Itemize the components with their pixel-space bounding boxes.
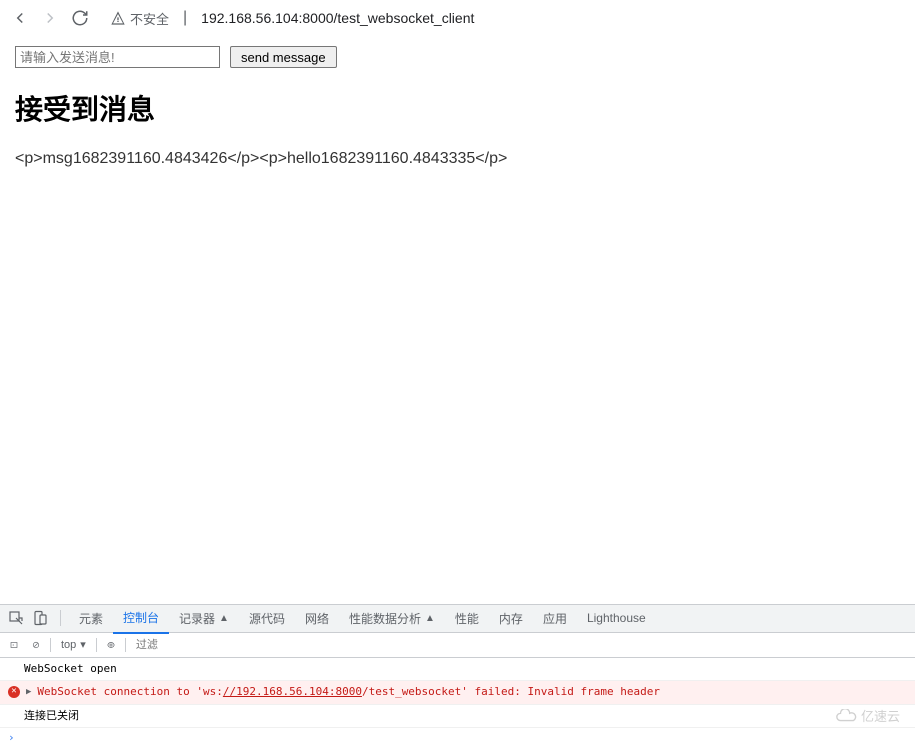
message-input[interactable]	[15, 46, 220, 68]
filter-input[interactable]	[132, 637, 252, 653]
tab-perf-label: 性能数据分析	[349, 610, 421, 627]
received-heading: 接受到消息	[15, 88, 900, 128]
tab-lighthouse[interactable]: Lighthouse	[577, 605, 656, 631]
experiment-icon: ▲	[425, 613, 435, 624]
chevron-down-icon: ▾	[80, 638, 86, 651]
console-log-line: WebSocket open	[0, 658, 915, 682]
toolbar-divider	[96, 638, 97, 652]
expand-arrow-icon[interactable]: ▶	[26, 686, 31, 700]
error-icon: ✕	[8, 686, 20, 698]
page-body: send message 接受到消息 <p>msg1682391160.4843…	[0, 36, 915, 604]
tab-elements[interactable]: 元素	[69, 604, 113, 633]
error-url-scheme: ws:	[203, 685, 223, 698]
browser-toolbar: 不安全 | 192.168.56.104:8000/test_websocket…	[0, 0, 915, 36]
console-output: WebSocket open ✕ ▶ WebSocket connection …	[0, 658, 915, 747]
console-error-line[interactable]: ✕ ▶ WebSocket connection to 'ws://192.16…	[0, 681, 915, 705]
inspect-icon[interactable]	[8, 610, 24, 626]
chevron-right-icon: ›	[8, 731, 15, 744]
tab-console[interactable]: 控制台	[113, 603, 169, 634]
error-text-prefix: WebSocket connection to '	[37, 685, 203, 698]
error-url-rest: /test_websocket' failed: Invalid frame h…	[362, 685, 660, 698]
device-toggle-icon[interactable]	[32, 610, 48, 626]
console-log-line: 连接已关闭	[0, 705, 915, 729]
back-button[interactable]	[10, 8, 30, 28]
clear-console-icon[interactable]	[28, 637, 44, 653]
tab-memory[interactable]: 内存	[489, 604, 533, 633]
forward-button[interactable]	[40, 8, 60, 28]
toolbar-divider	[125, 638, 126, 652]
devtools-dock-controls	[8, 610, 61, 626]
url-text[interactable]: 192.168.56.104:8000/test_websocket_clien…	[201, 10, 474, 26]
error-message: WebSocket connection to 'ws://192.168.56…	[37, 684, 660, 701]
tab-network[interactable]: 网络	[295, 604, 339, 633]
console-input-line[interactable]: ›	[0, 728, 915, 747]
console-toolbar: top ▾	[0, 633, 915, 658]
tab-recorder[interactable]: 记录器 ▲	[169, 604, 239, 633]
experiment-icon: ▲	[219, 613, 229, 624]
context-label: top	[61, 639, 76, 651]
devtools-panel: 元素 控制台 记录器 ▲ 源代码 网络 性能数据分析 ▲ 性能 内存 应用 Li…	[0, 604, 915, 747]
devtools-tabs: 元素 控制台 记录器 ▲ 源代码 网络 性能数据分析 ▲ 性能 内存 应用 Li…	[0, 605, 915, 633]
security-indicator[interactable]: 不安全	[110, 9, 169, 28]
context-selector[interactable]: top ▾	[57, 636, 90, 653]
error-url-host: //192.168.56.104:8000	[223, 685, 362, 698]
tab-sources[interactable]: 源代码	[239, 604, 295, 633]
security-label: 不安全	[130, 9, 169, 28]
eye-icon[interactable]	[103, 637, 119, 653]
tab-recorder-label: 记录器	[179, 610, 215, 627]
url-divider: |	[183, 9, 187, 27]
message-output: <p>msg1682391160.4843426</p><p>hello1682…	[15, 150, 900, 168]
tab-performance[interactable]: 性能	[445, 604, 489, 633]
reload-button[interactable]	[70, 8, 90, 28]
send-button[interactable]: send message	[230, 46, 337, 68]
toolbar-divider	[50, 638, 51, 652]
tab-application[interactable]: 应用	[533, 604, 577, 633]
form-row: send message	[15, 46, 900, 68]
toggle-drawer-icon[interactable]	[6, 637, 22, 653]
tab-performance-insights[interactable]: 性能数据分析 ▲	[339, 604, 445, 633]
